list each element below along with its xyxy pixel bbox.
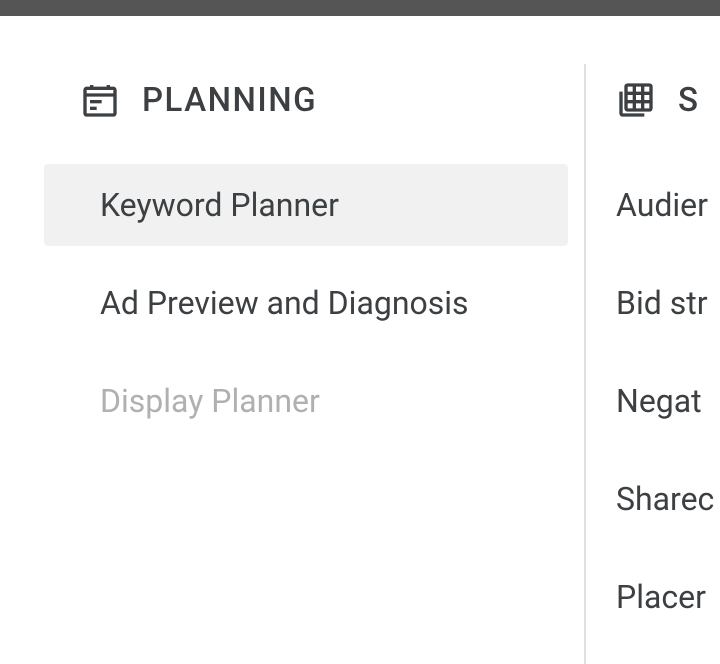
menu-placement-exclusions[interactable]: Placer (616, 556, 720, 638)
menu-negative-keywords[interactable]: Negat (616, 360, 720, 442)
calendar-list-icon (80, 80, 120, 120)
planning-header-label: PLANNING (142, 81, 317, 120)
menu-item-label: Display Planner (100, 382, 320, 420)
menu-item-label: Placer (616, 578, 706, 616)
menu-audiences[interactable]: Audier (616, 164, 720, 246)
menu-item-label: Sharec (616, 480, 714, 518)
planning-header: PLANNING (8, 80, 576, 164)
menu-display-planner: Display Planner (44, 360, 568, 442)
shared-library-header: S (616, 80, 720, 164)
menu-item-label: Negat (616, 382, 702, 420)
tools-panel: PLANNING Keyword Planner Ad Preview and … (8, 32, 720, 664)
shared-library-header-label: S (678, 81, 699, 120)
grid-icon (616, 80, 656, 120)
menu-item-label: Keyword Planner (100, 186, 339, 224)
menu-keyword-planner[interactable]: Keyword Planner (44, 164, 568, 246)
shared-library-column: S Audier Bid str Negat Sharec Placer (576, 32, 720, 664)
menu-item-label: Audier (616, 186, 708, 224)
menu-shared-budgets[interactable]: Sharec (616, 458, 720, 540)
menu-item-label: Ad Preview and Diagnosis (100, 284, 469, 322)
menu-bid-strategies[interactable]: Bid str (616, 262, 720, 344)
menu-item-label: Bid str (616, 284, 708, 322)
column-divider (584, 64, 586, 664)
window-top-bar (0, 0, 720, 16)
planning-column: PLANNING Keyword Planner Ad Preview and … (8, 32, 576, 664)
menu-ad-preview-diagnosis[interactable]: Ad Preview and Diagnosis (44, 262, 568, 344)
